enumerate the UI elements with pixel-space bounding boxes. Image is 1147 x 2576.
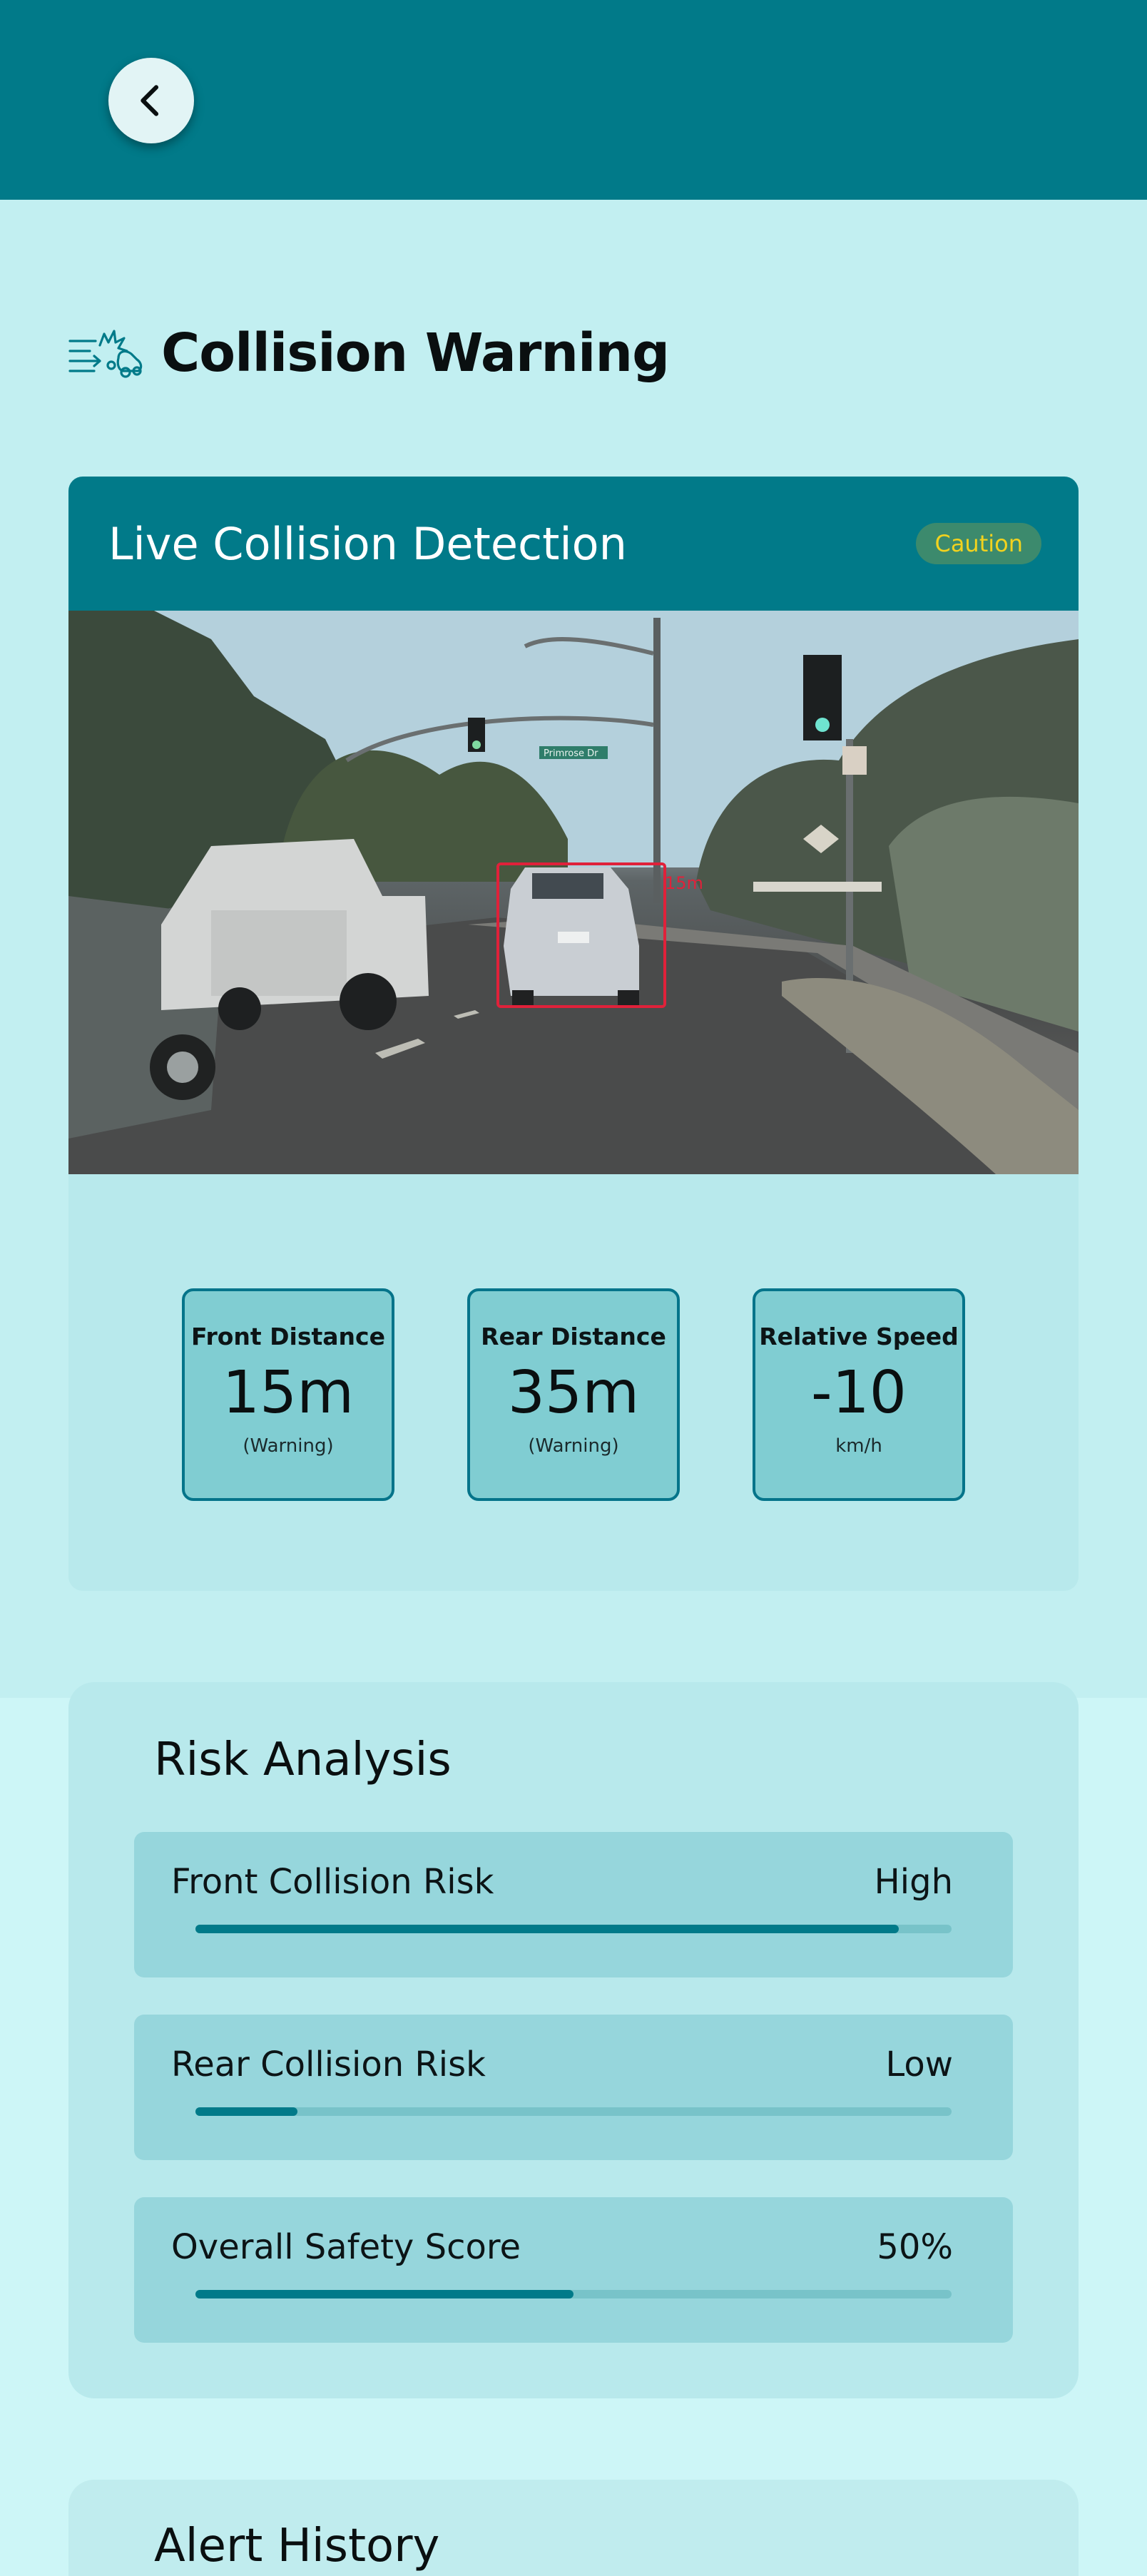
metric-rear-distance: Rear Distance 35m (Warning): [467, 1288, 680, 1501]
risk-progress-track: [195, 2107, 952, 2116]
risk-label: Front Collision Risk: [171, 1862, 494, 1902]
risk-value: High: [874, 1862, 953, 1902]
metric-value: -10: [811, 1359, 907, 1427]
metric-value: 15m: [222, 1359, 355, 1427]
risk-progress-track: [195, 1925, 952, 1933]
risk-item-rear: Rear Collision Risk Low: [134, 2015, 1013, 2160]
risk-value: Low: [885, 2045, 953, 2084]
detection-header: Live Collision Detection Caution: [68, 477, 1079, 611]
risk-value: 50%: [877, 2227, 953, 2267]
back-button[interactable]: [108, 58, 194, 143]
metric-status: (Warning): [528, 1435, 619, 1457]
alert-history-title: Alert History: [154, 2520, 440, 2572]
risk-progress-track: [195, 2290, 952, 2298]
risk-label: Rear Collision Risk: [171, 2045, 486, 2084]
metrics-row: Front Distance 15m (Warning) Rear Distan…: [68, 1288, 1079, 1501]
risk-item-overall: Overall Safety Score 50%: [134, 2197, 1013, 2343]
camera-feed: Primrose Dr 15m: [68, 611, 1079, 1174]
page-title: Collision Warning: [161, 322, 670, 384]
metric-label: Relative Speed: [759, 1323, 959, 1350]
street-sign: Primrose Dr: [544, 748, 598, 759]
risk-item-front: Front Collision Risk High: [134, 1832, 1013, 1977]
live-detection-card: Live Collision Detection Caution Primros…: [68, 477, 1079, 1591]
metric-label: Front Distance: [191, 1323, 385, 1350]
risk-analysis-title: Risk Analysis: [154, 1734, 452, 1786]
metric-relative-speed: Relative Speed -10 km/h: [753, 1288, 965, 1501]
chevron-left-icon: [141, 85, 159, 116]
metric-unit: km/h: [835, 1435, 882, 1457]
risk-progress-fill: [195, 1925, 899, 1933]
risk-analysis-card: Risk Analysis Front Collision Risk High …: [68, 1682, 1079, 2398]
page-title-row: Collision Warning: [66, 314, 670, 392]
risk-progress-fill: [195, 2107, 298, 2116]
metric-value: 35m: [507, 1359, 640, 1427]
metric-front-distance: Front Distance 15m (Warning): [182, 1288, 394, 1501]
status-badge: Caution: [916, 523, 1041, 564]
metric-status: (Warning): [243, 1435, 334, 1457]
camera-overlay-label: 15m: [665, 873, 703, 893]
app-header: [0, 0, 1147, 200]
collision-icon: [68, 330, 143, 378]
metric-label: Rear Distance: [481, 1323, 666, 1350]
risk-label: Overall Safety Score: [171, 2227, 521, 2267]
risk-progress-fill: [195, 2290, 574, 2298]
alert-history-card: Alert History: [68, 2480, 1079, 2576]
detection-title: Live Collision Detection: [108, 517, 627, 570]
